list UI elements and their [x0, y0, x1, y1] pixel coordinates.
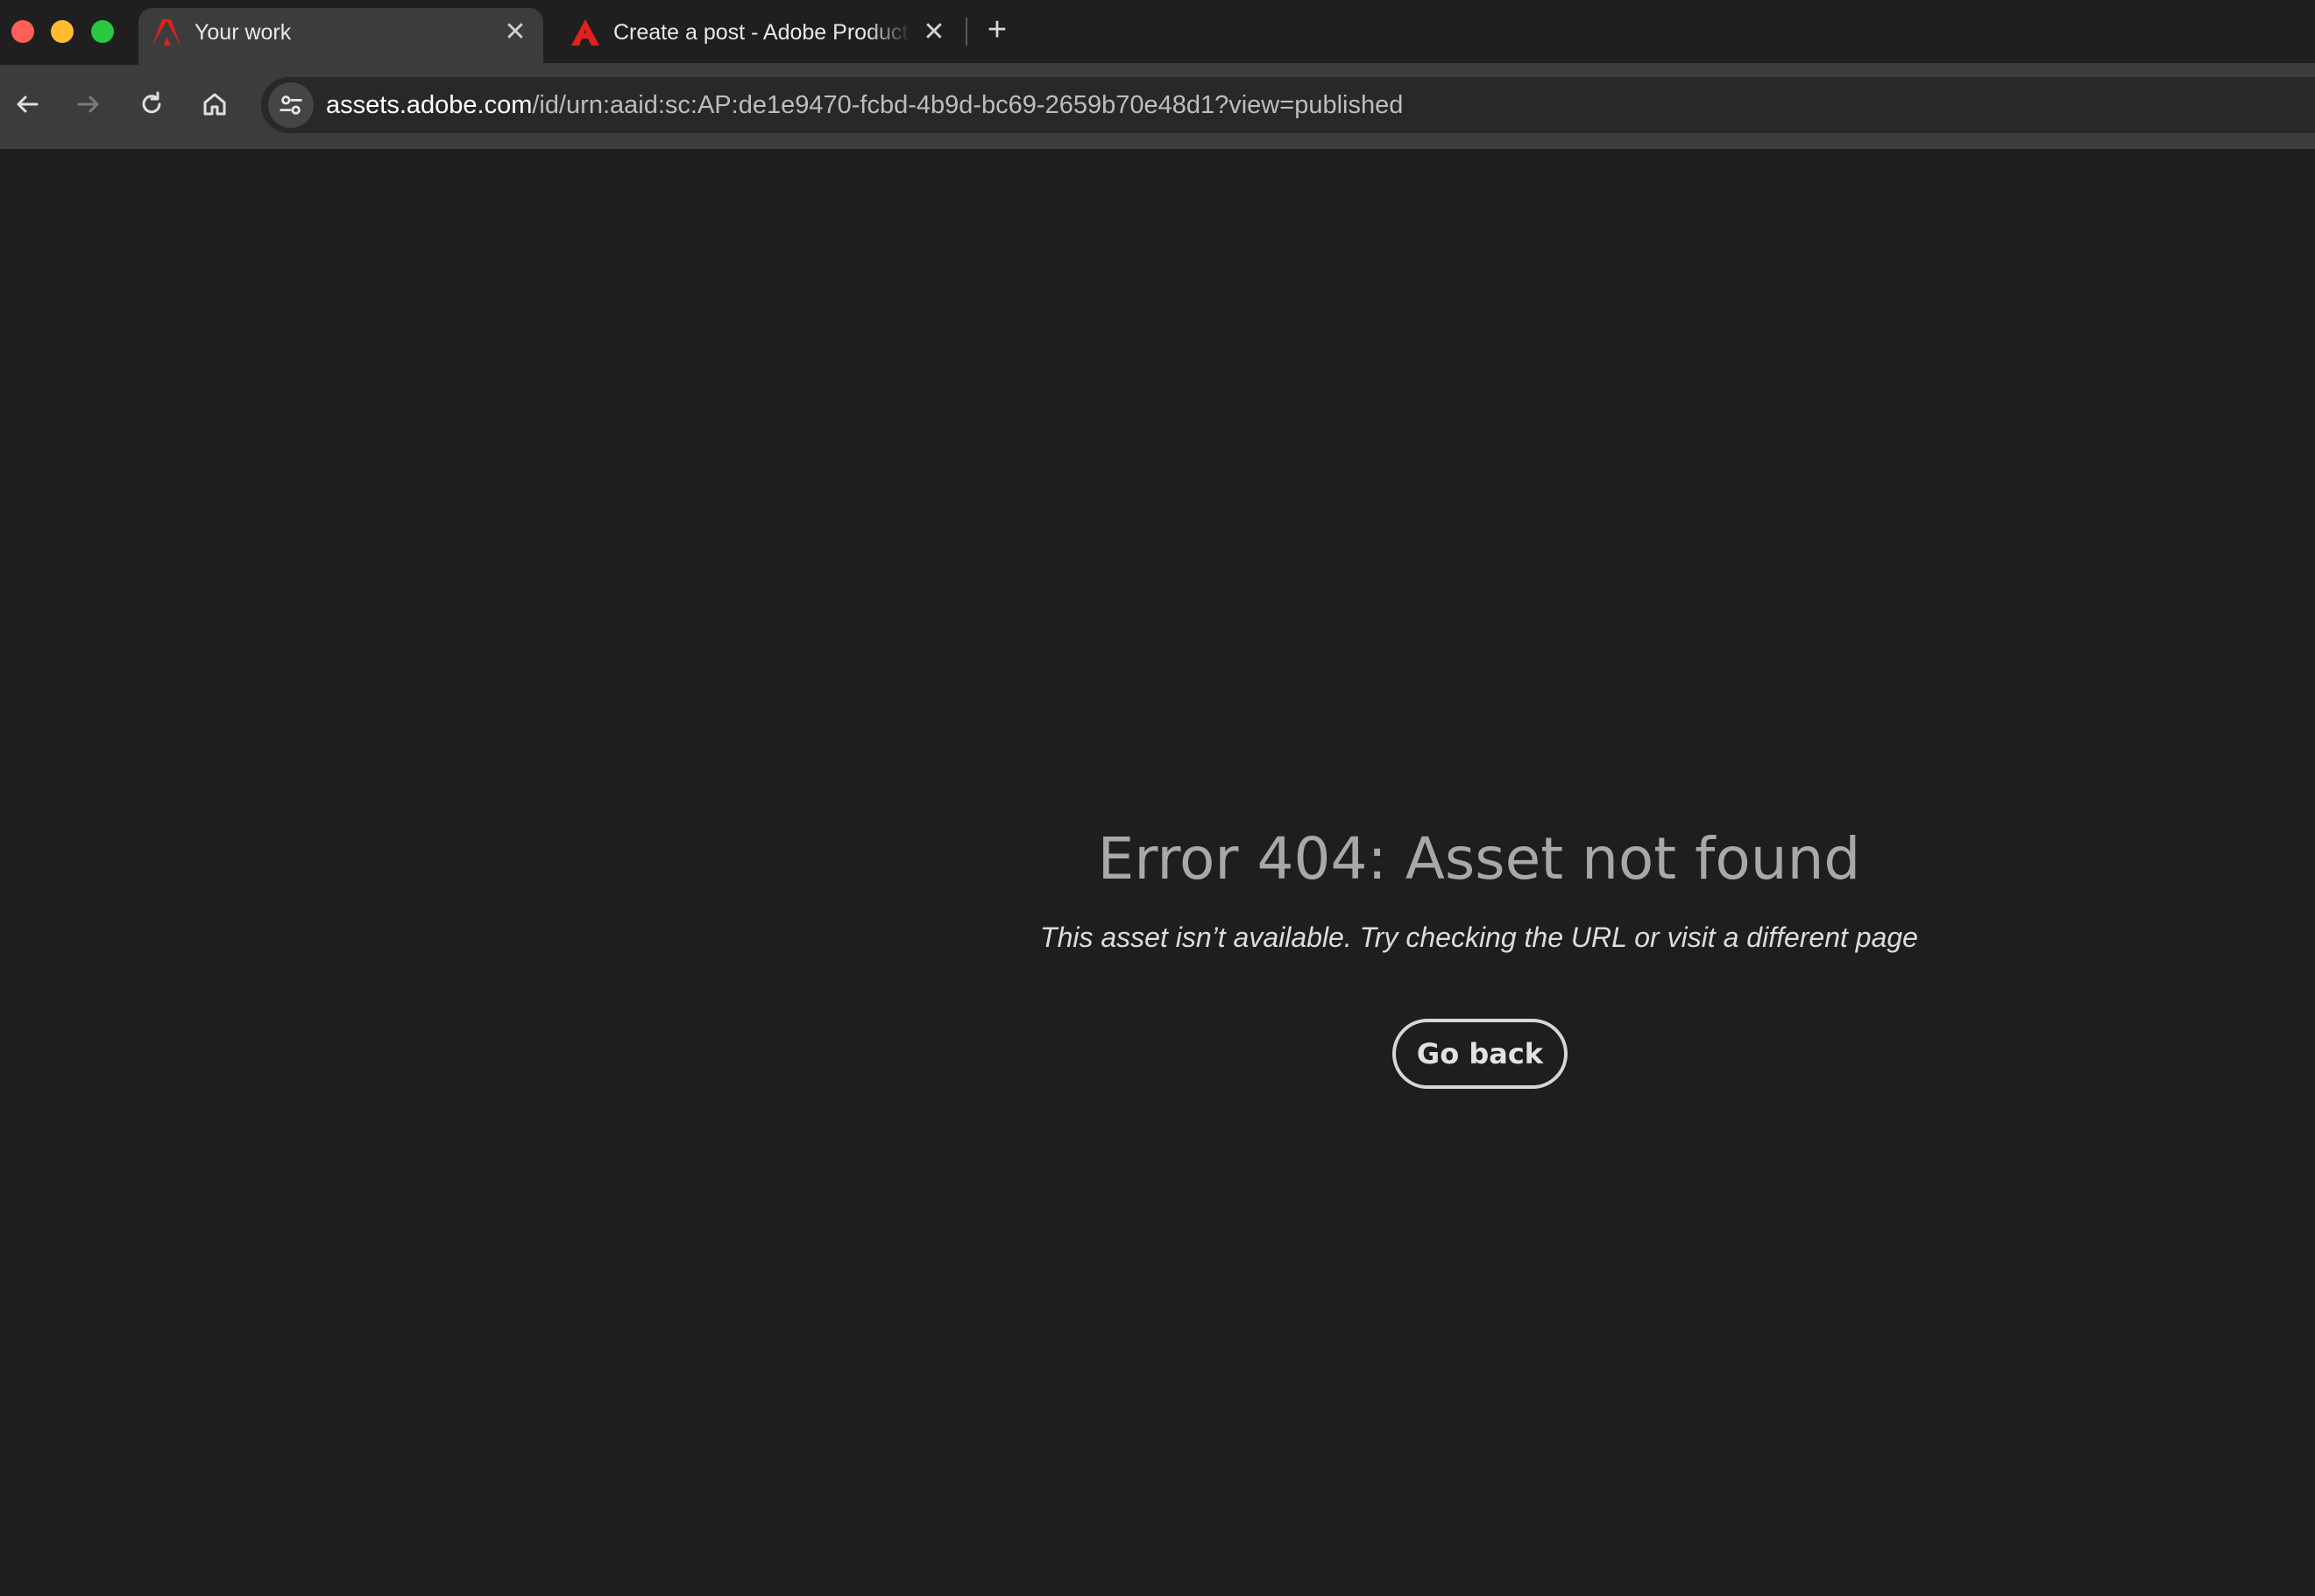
tab-title: Your work — [195, 20, 292, 45]
arrow-right-icon — [77, 95, 99, 113]
tune-icon — [280, 95, 302, 115]
close-tab-icon[interactable]: ✕ — [920, 18, 948, 46]
page-title: Error 404: Asset not found — [1097, 825, 1861, 893]
error-message: This asset isn’t available. Try checking… — [1040, 922, 1918, 953]
url-path: /id/urn:aaid:sc:AP:de1e9470-fcbd-4b9d-bc… — [532, 91, 1404, 119]
site-info-button[interactable] — [268, 82, 314, 128]
url-text[interactable]: assets.adobe.com/id/urn:aaid:sc:AP:de1e9… — [326, 77, 1403, 133]
tab-create-a-post[interactable]: Create a post - Adobe Product Community … — [557, 8, 964, 65]
adobe-logo-icon — [152, 19, 181, 46]
reload-button[interactable] — [133, 86, 170, 123]
reload-icon — [142, 91, 161, 114]
url-host: assets.adobe.com — [326, 91, 533, 119]
back-button[interactable] — [9, 86, 46, 123]
go-back-button[interactable]: Go back — [1392, 1019, 1568, 1089]
window-close-button[interactable] — [11, 20, 34, 43]
window-minimize-button[interactable] — [51, 20, 74, 43]
tab-your-work[interactable]: Your work ✕ — [138, 8, 543, 65]
close-tab-icon[interactable]: ✕ — [501, 18, 529, 46]
forward-button[interactable] — [70, 86, 107, 123]
tab-strip: Your work ✕ Create a post - Adobe Produc… — [0, 0, 2315, 65]
browser-toolbar: assets.adobe.com/id/urn:aaid:sc:AP:de1e9… — [0, 65, 2315, 149]
home-icon — [203, 93, 226, 116]
tab-title: Create a post - Adobe Product Community — [613, 20, 911, 45]
address-bar[interactable]: assets.adobe.com/id/urn:aaid:sc:AP:de1e9… — [261, 77, 2315, 133]
tab-divider — [966, 18, 967, 46]
new-tab-button[interactable]: + — [980, 12, 1015, 47]
adobe-acrobat-icon — [571, 19, 599, 46]
arrow-left-icon — [17, 95, 39, 113]
home-button[interactable] — [196, 86, 233, 123]
window-zoom-button[interactable] — [91, 20, 114, 43]
